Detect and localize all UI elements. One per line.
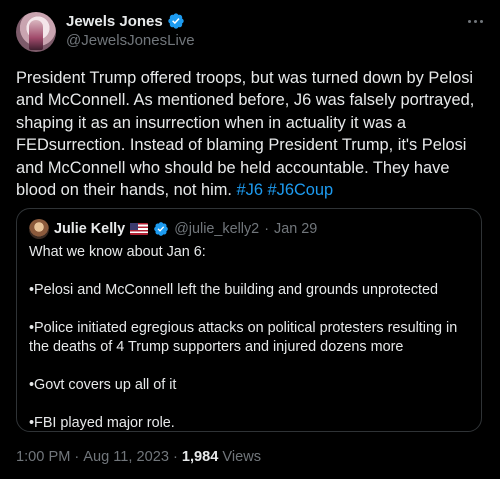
quoted-tweet-header: Julie Kelly @julie_kelly2 · Jan 29 [29, 219, 317, 239]
quoted-paragraph: •Police initiated egregious attacks on p… [29, 320, 458, 355]
author-name-line: Jewels Jones [66, 12, 185, 30]
quoted-paragraph: What we know about Jan 6: [29, 244, 206, 260]
separator-dot: · [172, 449, 178, 465]
quoted-paragraph: •Govt covers up all of it [29, 377, 177, 393]
quoted-tweet-body: What we know about Jan 6: •Pelosi and Mc… [29, 243, 469, 452]
author-handle[interactable]: @JewelsJonesLive [66, 32, 195, 49]
quoted-author-name: Julie Kelly [54, 221, 126, 237]
hashtag-j6[interactable]: #J6 [237, 181, 263, 199]
more-options-icon[interactable] [464, 12, 486, 30]
quoted-author-avatar [29, 219, 49, 239]
tweet-text: President Trump offered troops, but was … [16, 67, 488, 201]
tweet-body: President Trump offered troops, but was … [16, 69, 475, 200]
verified-badge-icon [154, 222, 169, 236]
tweet-meta: 1:00 PM · Aug 11, 2023 · 1,984 Views [16, 449, 261, 465]
quoted-paragraph: •Pelosi and McConnell left the building … [29, 282, 439, 298]
tweet-time[interactable]: 1:00 PM [16, 449, 70, 465]
tweet-date[interactable]: Aug 11, 2023 [83, 449, 169, 465]
hashtag-j6coup[interactable]: #J6Coup [268, 181, 334, 199]
avatar-figure [29, 20, 43, 50]
separator-dot: · [264, 221, 269, 237]
views-count: 1,984 [181, 449, 219, 465]
quoted-author-handle: @julie_kelly2 [174, 221, 260, 237]
separator-dot: · [74, 449, 80, 465]
quoted-tweet[interactable]: Julie Kelly @julie_kelly2 · Jan 29 What … [16, 208, 482, 432]
views-label: Views [222, 449, 262, 465]
quoted-tweet-date: Jan 29 [274, 221, 318, 237]
quoted-paragraph: •FBI played major role. [29, 415, 175, 431]
author-display-name[interactable]: Jewels Jones [66, 13, 163, 30]
author-avatar[interactable] [16, 12, 56, 52]
verified-badge-icon [168, 13, 184, 29]
us-flag-icon [130, 223, 149, 235]
